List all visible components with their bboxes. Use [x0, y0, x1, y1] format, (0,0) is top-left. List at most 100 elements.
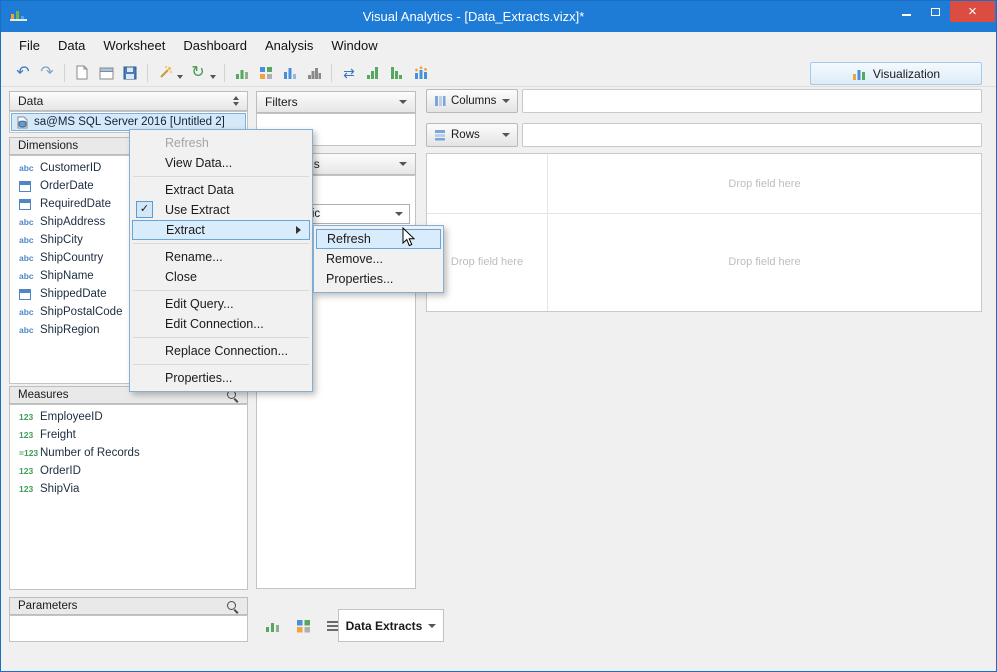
menu-data[interactable]: Data: [49, 33, 94, 58]
data-panel-header: Data: [9, 91, 248, 111]
undo-icon[interactable]: ↶: [12, 62, 34, 84]
data-source-label: sa@MS SQL Server 2016 [Untitled 2]: [34, 116, 225, 128]
columns-shelf-button[interactable]: Columns: [426, 89, 518, 113]
rows-icon: [435, 130, 445, 141]
toolbar-separator: [64, 63, 65, 82]
menu-item-use-extract[interactable]: ✓ Use Extract: [130, 200, 312, 220]
toolbar: ↶ ↷ ↻ ⇄ Visualization: [1, 59, 996, 87]
field-label: EmployeeID: [40, 411, 103, 423]
field-label: ShipAddress: [40, 216, 106, 228]
menu-separator: [133, 337, 309, 338]
chart-grid-icon[interactable]: [255, 62, 277, 84]
measures-list: 123 EmployeeID 123 Freight =123 Number of R…: [9, 404, 248, 590]
filters-panel-header[interactable]: Filters: [256, 91, 416, 113]
field-label: CustomerID: [40, 162, 102, 174]
menu-item-close[interactable]: Close: [130, 267, 312, 287]
measure-item[interactable]: 123 Freight: [10, 426, 247, 444]
rows-shelf-button[interactable]: Rows: [426, 123, 518, 147]
menu-separator: [133, 243, 309, 244]
window-title: Visual Analytics - [Data_Extracts.vizx]*: [362, 9, 585, 24]
save-icon[interactable]: [119, 62, 141, 84]
bar-chart-icon[interactable]: [231, 62, 253, 84]
chevron-down-icon: [399, 100, 407, 104]
submenu-item-refresh[interactable]: Refresh: [316, 229, 441, 249]
calendar-icon: [19, 180, 40, 192]
abc-icon: abc: [19, 217, 34, 227]
sheet-tab-strip: Data Extracts: [256, 609, 982, 642]
wand-dropdown-icon[interactable]: [177, 74, 183, 79]
parameters-list: [9, 615, 248, 642]
chevron-down-icon: [395, 212, 403, 216]
menu-item-view-data[interactable]: View Data...: [130, 153, 312, 173]
histogram-icon[interactable]: [303, 62, 325, 84]
field-label: ShipRegion: [40, 324, 100, 336]
refresh-dropdown-icon[interactable]: [210, 74, 216, 79]
menu-dashboard[interactable]: Dashboard: [174, 33, 256, 58]
menu-item-extract-data[interactable]: Extract Data: [130, 180, 312, 200]
chevron-down-icon: [399, 162, 407, 166]
submenu-item-properties[interactable]: Properties...: [314, 269, 443, 289]
checkmark-icon: ✓: [136, 201, 153, 218]
menu-item-edit-query[interactable]: Edit Query...: [130, 294, 312, 314]
field-label: ShipPostalCode: [40, 306, 123, 318]
menu-item-replace-connection[interactable]: Replace Connection...: [130, 341, 312, 361]
calculated-number-icon: =123: [19, 448, 39, 458]
drop-field-hint: Drop field here: [728, 177, 801, 190]
sort-ascending-icon[interactable]: [362, 62, 384, 84]
menu-item-rename[interactable]: Rename...: [130, 247, 312, 267]
menu-analysis[interactable]: Analysis: [256, 33, 322, 58]
new-sheet-icon[interactable]: [71, 62, 93, 84]
field-label: Number of Records: [40, 447, 140, 459]
chevron-down-icon: [502, 99, 510, 103]
measure-item[interactable]: 123 OrderID: [10, 462, 247, 480]
toolbar-separator: [224, 63, 225, 82]
wand-icon[interactable]: [154, 62, 176, 84]
measure-item[interactable]: 123 EmployeeID: [10, 408, 247, 426]
menu-item-extract[interactable]: Extract: [132, 220, 310, 240]
mouse-cursor: [402, 226, 416, 252]
field-label: ShipCountry: [40, 252, 104, 264]
columns-icon: [435, 96, 446, 106]
refresh-icon[interactable]: ↻: [187, 62, 209, 84]
maximize-button[interactable]: [921, 1, 950, 22]
visualization-canvas[interactable]: Drop field here Drop field here Drop fie…: [426, 153, 982, 312]
close-button[interactable]: ×: [950, 1, 995, 22]
menu-window[interactable]: Window: [322, 33, 386, 58]
sort-fields-icon[interactable]: [233, 96, 239, 106]
visualization-button[interactable]: Visualization: [810, 62, 982, 85]
columns-shelf-area[interactable]: [522, 89, 982, 113]
search-icon[interactable]: [226, 600, 239, 613]
worksheet-view-icon[interactable]: [262, 615, 284, 637]
chevron-down-icon: [502, 133, 510, 137]
field-label: ShipVia: [40, 483, 80, 495]
minimize-button[interactable]: [892, 1, 921, 22]
measure-item[interactable]: =123 Number of Records: [10, 444, 247, 462]
field-label: OrderDate: [40, 180, 94, 192]
number-icon: 123: [19, 484, 34, 494]
chevron-down-icon: [428, 623, 437, 628]
sort-descending-icon[interactable]: [386, 62, 408, 84]
new-window-icon[interactable]: [95, 62, 117, 84]
columns-label: Columns: [451, 95, 497, 107]
sheet-tab[interactable]: Data Extracts: [338, 609, 444, 642]
number-icon: 123: [19, 412, 34, 422]
submenu-arrow-icon: [296, 226, 301, 234]
swap-axes-icon[interactable]: ⇄: [338, 62, 360, 84]
submenu-item-remove[interactable]: Remove...: [314, 249, 443, 269]
column-chart-icon[interactable]: [279, 62, 301, 84]
measure-item[interactable]: 123 ShipVia: [10, 480, 247, 498]
maximize-icon: [931, 7, 940, 16]
menu-separator: [133, 290, 309, 291]
dashboard-view-icon[interactable]: [292, 615, 314, 637]
parameters-header[interactable]: Parameters: [9, 597, 248, 615]
menu-item-edit-connection[interactable]: Edit Connection...: [130, 314, 312, 334]
field-label: ShippedDate: [40, 288, 107, 300]
menu-separator: [133, 364, 309, 365]
show-labels-icon[interactable]: [410, 62, 432, 84]
menu-file[interactable]: File: [10, 33, 49, 58]
menu-item-properties[interactable]: Properties...: [130, 368, 312, 388]
redo-icon[interactable]: ↷: [36, 62, 58, 84]
visualization-label: Visualization: [872, 66, 941, 81]
menu-worksheet[interactable]: Worksheet: [94, 33, 174, 58]
rows-shelf-area[interactable]: [522, 123, 982, 147]
